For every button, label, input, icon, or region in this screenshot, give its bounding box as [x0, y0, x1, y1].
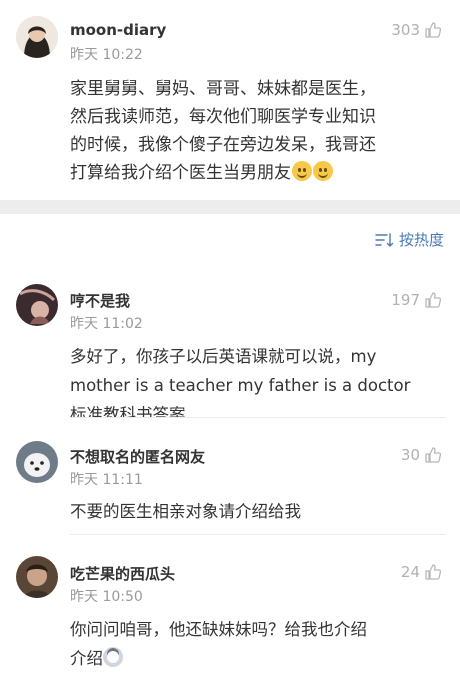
comment-avatar[interactable]	[16, 284, 58, 326]
post-time: 昨天 10:22	[70, 47, 143, 63]
sort-icon	[375, 232, 394, 247]
comment-item: 哼不是我 昨天 11:02 197 多好了，你孩子以后英语课就可以说，my mo…	[0, 262, 460, 424]
thumb-up-icon	[425, 292, 442, 308]
sort-label: 按热度	[398, 231, 444, 249]
thumb-up-icon	[425, 564, 442, 580]
comment-like-count: 24	[400, 563, 420, 581]
post-line: 的时候，我像个傻子在旁边发呆，我哥还	[70, 135, 376, 155]
comment-time: 昨天 11:02	[70, 316, 143, 332]
post-like-button[interactable]: 303	[391, 21, 442, 39]
main-post: moon-diary 昨天 10:22 303 家里舅舅、舅妈、哥哥、妹妹都是医…	[0, 0, 460, 200]
post-username[interactable]: moon-diary	[70, 21, 166, 39]
sort-bar: 按热度	[0, 214, 460, 262]
comment-avatar[interactable]	[16, 441, 58, 483]
post-like-count: 303	[391, 21, 420, 39]
post-line: 家里舅舅、舅妈、哥哥、妹妹都是医生，	[70, 79, 376, 99]
avatar-image	[16, 441, 58, 483]
post-line-last: 打算给我介绍个医生当男朋友	[70, 159, 376, 187]
comment-text: 多好了，你孩子以后英语课就可以说，my mother is a teacher …	[70, 342, 410, 429]
comment-like-button[interactable]: 30	[401, 446, 442, 464]
thumb-up-icon	[425, 22, 442, 38]
comment-text: 你问问咱哥，他还缺妹妹吗？给我也介绍 介绍	[70, 615, 367, 673]
sort-by-hot-button[interactable]: 按热度	[375, 229, 444, 250]
husky-emoji	[103, 647, 123, 667]
section-separator	[0, 200, 460, 214]
comment-item: 吃芒果的西瓜头 昨天 10:50 24 你问问咱哥，他还缺妹妹吗？给我也介绍 介…	[0, 535, 460, 690]
comment-like-button[interactable]: 197	[391, 291, 442, 309]
comment-like-count: 30	[400, 446, 420, 464]
comment-line: 介绍	[70, 649, 103, 668]
avatar-image	[16, 556, 58, 598]
comment-avatar[interactable]	[16, 556, 58, 598]
smile-emoji	[313, 161, 333, 181]
comment-like-button[interactable]: 24	[401, 563, 442, 581]
comment-username[interactable]: 吃芒果的西瓜头	[70, 563, 175, 584]
post-text: 家里舅舅、舅妈、哥哥、妹妹都是医生， 然后我读师范，每次他们聊医学专业知识 的时…	[70, 75, 376, 187]
comment-line: 多好了，你孩子以后英语课就可以说，my	[70, 347, 377, 366]
comment-line: 不要的医生相亲对象请介绍给我	[70, 502, 301, 521]
post-line: 打算给我介绍个医生当男朋友	[70, 163, 291, 183]
comment-time: 昨天 10:50	[70, 589, 143, 605]
post-line: 然后我读师范，每次他们聊医学专业知识	[70, 107, 376, 127]
comment-username[interactable]: 不想取名的匿名网友	[70, 446, 205, 467]
thumb-up-icon	[425, 447, 442, 463]
comment-text: 不要的医生相亲对象请介绍给我	[70, 497, 301, 526]
comment-like-count: 197	[391, 291, 420, 309]
avatar-image	[16, 16, 58, 58]
comment-item: 不想取名的匿名网友 昨天 11:11 30 不要的医生相亲对象请介绍给我	[0, 418, 460, 535]
comment-username[interactable]: 哼不是我	[70, 290, 130, 311]
post-avatar[interactable]	[16, 16, 58, 58]
comment-line: 你问问咱哥，他还缺妹妹吗？给我也介绍	[70, 620, 367, 639]
comment-time: 昨天 11:11	[70, 472, 143, 488]
avatar-image	[16, 284, 58, 326]
comment-line: mother is a teacher my father is a docto…	[70, 376, 411, 395]
smile-emoji	[292, 161, 312, 181]
comment-line-last: 介绍	[70, 644, 367, 673]
